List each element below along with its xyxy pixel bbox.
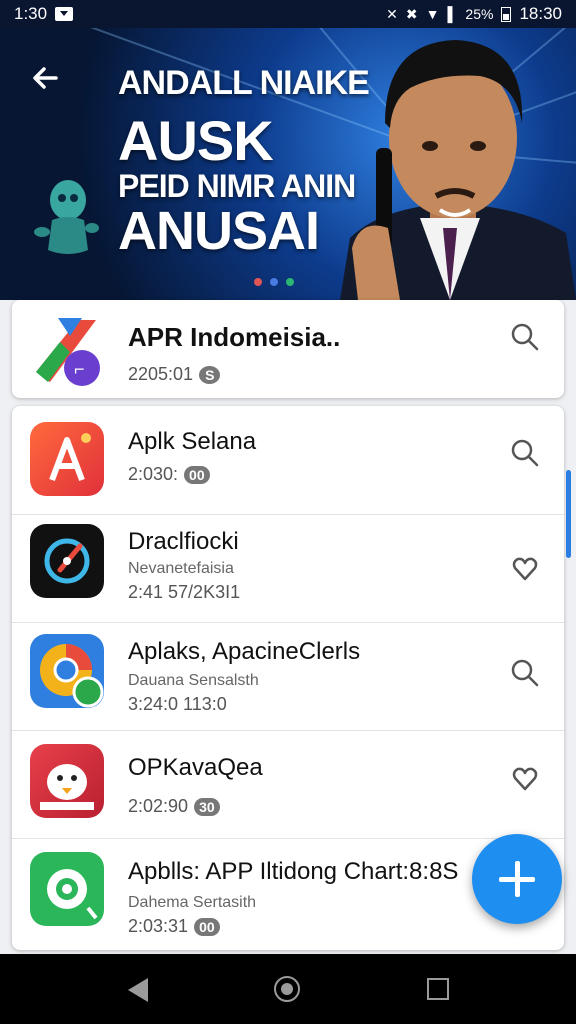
app-icon-opkavaqea [30,744,104,818]
app-meta: 2:41 57/2K3I1 [128,582,240,603]
notification-icon [55,7,74,21]
app-subtitle: Dahema Sertasith [128,894,257,911]
app-icon-apblls [30,852,104,926]
app-date: 2:41 57/2K3I1 [128,582,241,602]
app-badge: 00 [184,465,210,484]
nav-back-icon[interactable] [128,978,148,1002]
app-meta: 3:24:0 113:0 [128,694,227,715]
nav-recents-icon[interactable] [427,978,449,1000]
app-title: Aplk Selana [128,428,257,455]
status-bar: 1:30 ✕ ✖ ▼ ▌ 25% 18:30 [0,0,576,28]
app-meta: 2:030: 00 [128,464,210,485]
status-time-right: 18:30 [519,4,562,23]
list-item[interactable]: Draclfiocki Nevanetefaisia 2:41 57/2K3I1 [12,514,564,623]
system-nav-bar [0,954,576,1024]
app-badge: 00 [194,917,220,936]
wifi-icon: ▼ [425,6,440,22]
banner-pagination [254,278,294,286]
banner-line-4: ANUSAI [118,201,320,261]
promo-banner[interactable]: ANDALL NIAIKE AUSK PEID NIMR ANIN ANUSAI [0,28,576,300]
nav-home-icon[interactable] [274,976,300,1002]
search-icon[interactable] [510,438,540,468]
back-arrow-icon[interactable] [26,58,66,98]
banner-line-2: AUSK [118,109,274,172]
svg-text:Z: Z [44,323,56,345]
search-icon[interactable] [510,322,540,352]
heart-icon[interactable] [510,554,540,584]
pagination-dot[interactable] [286,278,294,286]
search-icon[interactable] [510,658,540,688]
app-subtitle: Dauana Sensalsth [128,672,259,689]
list-item[interactable]: Aplk Selana 2:030: 00 [12,406,564,515]
battery-percent: 25% [465,6,494,22]
pagination-dot[interactable] [270,278,278,286]
list-scrollbar[interactable] [566,470,571,558]
svg-text:⌐: ⌐ [74,359,85,379]
pagination-dot[interactable] [254,278,262,286]
add-button[interactable] [472,834,562,924]
list-item[interactable]: Aplaks, ApacineClerls Dauana Sensalsth 3… [12,622,564,731]
status-time: 1:30 [14,4,48,23]
app-date: 2:030: [128,464,179,484]
app-icon-draclfiocki [30,524,104,598]
featured-app-title: APR Indomeisia.. [128,322,341,352]
app-subtitle: Nevanetefaisia [128,560,234,577]
battery-icon [501,6,512,22]
robot-mascot-icon [34,180,99,254]
app-icon-selana [30,422,104,496]
signal-icon: ▌ [447,6,458,22]
app-title: Aplaks, ApacineClerls [128,638,361,665]
app-date: 3:24:0 113:0 [128,694,227,714]
app-meta: 2:02:90 30 [128,796,220,817]
app-title: Apblls: APP Iltidong Chart:8:8S [128,858,459,885]
app-meta: 2:03:31 00 [128,916,220,937]
featured-app-meta: 2205:01 S [128,364,221,385]
featured-app-card[interactable]: ⌐ Z APR Indomeisia.. 2205:01 S [12,300,564,398]
featured-app-badge: S [199,365,221,384]
list-item[interactable]: OPKavaQea 2:02:90 30 [12,730,564,839]
app-badge: 30 [194,797,220,816]
featured-app-date: 2205:01 [128,364,194,384]
heart-icon[interactable] [510,764,540,794]
app-date: 2:03:31 [128,916,189,936]
app-title: OPKavaQea [128,754,263,781]
featured-app-icon: ⌐ Z [36,318,100,386]
banner-line-1: ANDALL NIAIKE [118,64,370,102]
banner-person-image [340,40,576,300]
mute-icon: ✖ [405,5,418,22]
app-date: 2:02:90 [128,796,189,816]
app-icon-apacine [30,634,104,708]
app-title: Draclfiocki [128,528,239,555]
nfc-icon: ✕ [386,5,398,22]
